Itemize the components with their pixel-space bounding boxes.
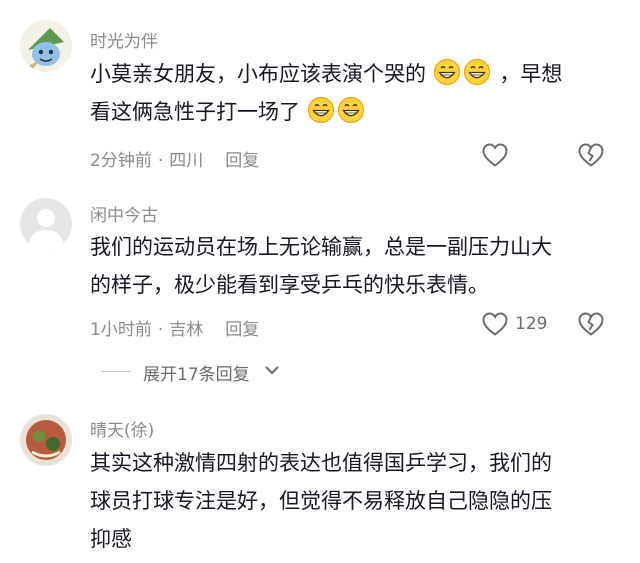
expand-replies-label: 展开17条回复 <box>143 365 250 385</box>
location: 四川 <box>169 151 204 171</box>
comment-text-line: 我们的运动员在场上无论输赢，总是一副压力山大 <box>90 235 552 259</box>
like-button[interactable]: 129 <box>481 311 547 337</box>
divider-line <box>101 371 131 372</box>
comment-meta: 1小时前 · 吉林 回复 <box>90 315 259 340</box>
heart-outline-icon <box>482 312 508 336</box>
like-button[interactable] <box>481 142 515 168</box>
grinning-emoji-icon <box>307 96 334 124</box>
comment-text-line: 的样子，极少能看到享受乒乓的快乐表情。 <box>90 273 489 297</box>
comment-text-part: ，早想 <box>499 62 563 86</box>
username[interactable]: 闲中今古 <box>90 201 158 226</box>
username[interactable]: 时光为伴 <box>90 27 158 52</box>
comment-text: 小莫亲女朋友，小布应该表演个哭的 ，早想 看这俩急性子打一场了 <box>90 55 610 131</box>
expand-replies-button[interactable]: 展开17条回复 <box>0 360 640 385</box>
avatar[interactable] <box>20 414 72 466</box>
dislike-button[interactable] <box>577 311 605 341</box>
comment-text-line: 其实这种激情四射的表达也值得国乒学习，我们的 <box>90 451 552 475</box>
timestamp: 2分钟前 <box>90 151 152 171</box>
comment-text: 其实这种激情四射的表达也值得国乒学习，我们的 球员打球专注是好，但觉得不易释放自… <box>90 444 610 558</box>
broken-heart-icon <box>578 312 604 336</box>
username[interactable]: 晴天(徐) <box>90 416 154 441</box>
comment-text: 我们的运动员在场上无论输赢，总是一副压力山大 的样子，极少能看到享受乒乓的快乐表… <box>90 228 610 304</box>
chevron-down-icon <box>265 366 279 375</box>
timestamp: 1小时前 <box>90 320 152 340</box>
location: 吉林 <box>169 320 204 340</box>
comment-text-part: 看这俩急性子打一场了 <box>90 100 300 124</box>
comment-text-line: 球员打球专注是好，但觉得不易释放自己隐隐的压 <box>90 489 552 513</box>
reply-button[interactable]: 回复 <box>225 320 259 340</box>
separator: · <box>157 320 164 340</box>
avatar[interactable] <box>20 20 72 72</box>
avatar[interactable] <box>20 198 72 250</box>
comment-meta: 2分钟前 · 四川 回复 <box>90 146 259 171</box>
grinning-emoji-icon <box>463 58 490 86</box>
comment-text-line: 抑感 <box>90 527 132 551</box>
heart-outline-icon <box>482 143 508 167</box>
like-count: 129 <box>515 314 548 334</box>
grinning-emoji-icon <box>337 96 364 124</box>
comment-text-part: 小莫亲女朋友，小布应该表演个哭的 <box>90 62 426 86</box>
grinning-emoji-icon <box>433 58 460 86</box>
separator: · <box>157 151 164 171</box>
dislike-button[interactable] <box>577 142 605 172</box>
broken-heart-icon <box>578 143 604 167</box>
reply-button[interactable]: 回复 <box>225 151 259 171</box>
